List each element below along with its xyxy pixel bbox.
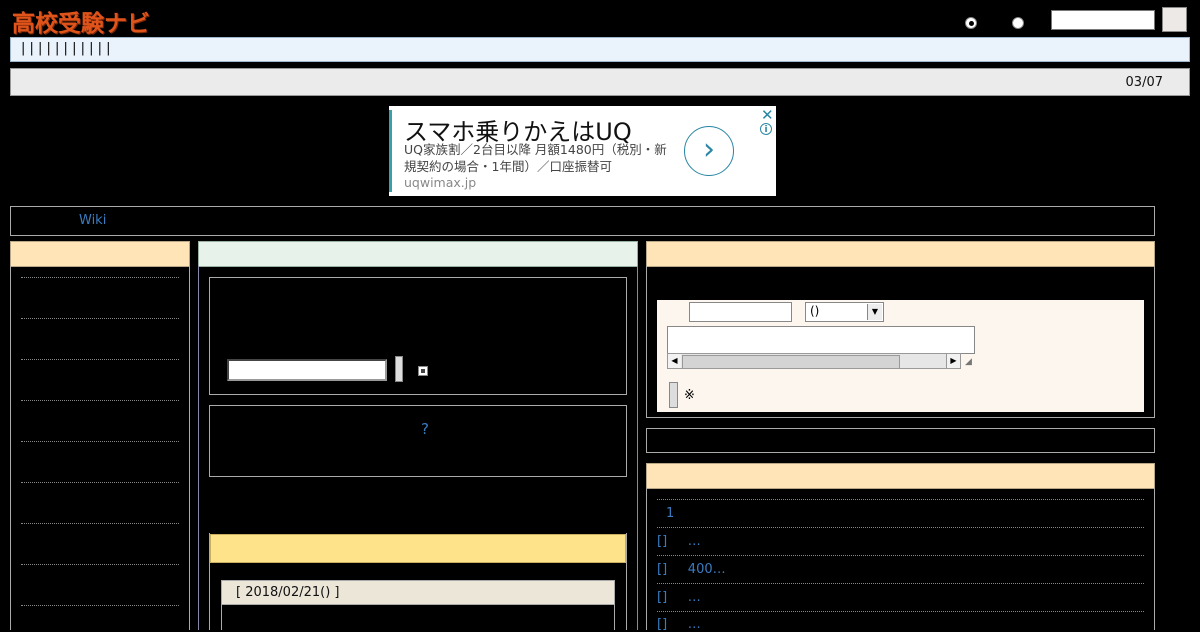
news-header: [210, 534, 626, 563]
list-item[interactable]: [] …: [657, 534, 701, 549]
left-menu-divider: [21, 523, 179, 524]
ad-body: UQ家族割／2台目以降 月額1480円（税別・新規契約の場合・1年間）／口座振替…: [404, 142, 667, 174]
list-divider: [657, 499, 1144, 500]
list-divider: [657, 555, 1144, 556]
resize-handle-icon[interactable]: ◢: [965, 357, 975, 367]
left-menu: [10, 266, 190, 630]
global-nav[interactable]: | | | | | | | | | | |: [10, 37, 1190, 62]
ranking-header: [646, 463, 1155, 489]
category-select-value: (): [810, 304, 820, 318]
question-box: ?: [209, 405, 627, 477]
scroll-left-icon[interactable]: ◀: [668, 354, 681, 368]
list-divider: [657, 583, 1144, 584]
list-divider: [657, 611, 1144, 612]
news-content: [221, 605, 615, 630]
date-bar: 03/07: [10, 68, 1190, 96]
scroll-thumb[interactable]: [682, 355, 900, 369]
news-date: [ 2018/02/21() ]: [221, 580, 615, 605]
post-form-header: [646, 241, 1155, 267]
center-header: [198, 241, 638, 267]
left-menu-divider: [21, 605, 179, 606]
left-menu-divider: [21, 277, 179, 278]
ad-url[interactable]: uqwimax.jp: [404, 175, 476, 190]
ranking-list: [646, 488, 1155, 630]
left-menu-header: [10, 241, 190, 267]
submit-button[interactable]: [669, 382, 678, 408]
left-menu-divider: [21, 400, 179, 401]
chevron-down-icon[interactable]: ▼: [867, 304, 882, 320]
left-menu-divider: [21, 441, 179, 442]
left-menu-divider: [21, 564, 179, 565]
list-item[interactable]: [] 400…: [657, 562, 726, 577]
list-item[interactable]: [] …: [657, 590, 701, 605]
breadcrumb: Wiki: [10, 206, 1155, 236]
form-note: ※: [684, 388, 695, 403]
info-icon[interactable]: i: [760, 123, 772, 135]
search-input[interactable]: [1051, 10, 1155, 30]
close-icon[interactable]: ✕: [761, 106, 774, 124]
list-item[interactable]: 1: [666, 506, 674, 521]
question-link[interactable]: ?: [421, 420, 429, 438]
ad-arrow-icon[interactable]: ›: [684, 126, 734, 176]
breadcrumb-link-wiki[interactable]: Wiki: [79, 213, 106, 228]
search-scope-radio-2[interactable]: [1012, 17, 1024, 29]
search-scope-radio-1[interactable]: [965, 17, 977, 29]
school-search-input[interactable]: [227, 359, 387, 381]
ad-accent-strip: [389, 110, 392, 192]
ad-banner[interactable]: スマホ乗りかえはUQ UQ家族割／2台目以降 月額1480円（税別・新規契約の場…: [389, 106, 776, 196]
left-menu-divider: [21, 482, 179, 483]
left-menu-divider: [21, 318, 179, 319]
school-search-button[interactable]: [395, 356, 403, 382]
school-search-checkbox[interactable]: [418, 366, 428, 376]
name-field[interactable]: [689, 302, 792, 322]
current-date: 03/07: [1125, 75, 1163, 90]
left-menu-divider: [21, 359, 179, 360]
scroll-right-icon[interactable]: ▶: [946, 354, 960, 368]
textarea-scrollbar[interactable]: ◀ ▶: [667, 353, 961, 369]
site-logo[interactable]: 高校受験ナビ: [12, 4, 150, 38]
message-textarea[interactable]: [667, 326, 975, 354]
list-divider: [657, 527, 1144, 528]
right-info-box: [646, 428, 1155, 453]
category-select[interactable]: () ▼: [805, 302, 884, 322]
search-button[interactable]: [1162, 7, 1187, 32]
